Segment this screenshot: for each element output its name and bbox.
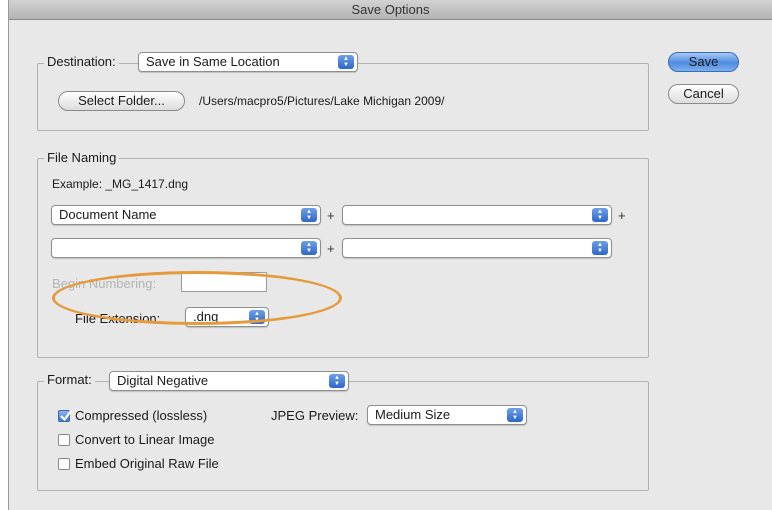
popup-arrows-icon: ▲ ▼ bbox=[329, 374, 345, 388]
destination-path: /Users/macpro5/Pictures/Lake Michigan 20… bbox=[199, 94, 445, 108]
save-button[interactable]: Save bbox=[668, 52, 739, 72]
window-title: Save Options bbox=[9, 0, 772, 20]
naming-field-1[interactable]: Document Name ▲ ▼ bbox=[51, 205, 321, 225]
embed-raw-label: Embed Original Raw File bbox=[75, 456, 219, 471]
plus-sign: + bbox=[327, 208, 335, 223]
begin-numbering-input[interactable] bbox=[181, 272, 267, 292]
compressed-checkbox[interactable] bbox=[58, 410, 72, 422]
popup-arrows-icon: ▲ ▼ bbox=[301, 241, 317, 255]
compressed-label: Compressed (lossless) bbox=[75, 408, 208, 423]
jpeg-preview-value: Medium Size bbox=[375, 407, 451, 422]
plus-sign: + bbox=[327, 241, 335, 256]
jpeg-preview-label: JPEG Preview: bbox=[271, 408, 359, 423]
naming-example: Example: _MG_1417.dng bbox=[52, 177, 189, 191]
popup-arrows-icon: ▲ ▼ bbox=[301, 208, 317, 222]
naming-field-2[interactable]: ▲ ▼ bbox=[342, 205, 612, 225]
popup-arrows-icon: ▲ ▼ bbox=[338, 55, 354, 69]
file-extension-label: File Extension: bbox=[75, 311, 161, 326]
checkmark-icon bbox=[60, 410, 72, 422]
popup-arrows-icon: ▲ ▼ bbox=[507, 408, 523, 422]
file-extension-popup[interactable]: .dng ▲ ▼ bbox=[185, 307, 269, 327]
file-naming-legend: File Naming bbox=[44, 150, 120, 166]
begin-numbering-label: Begin Numbering: bbox=[52, 276, 157, 291]
naming-field-1-value: Document Name bbox=[59, 207, 157, 222]
popup-arrows-icon: ▲ ▼ bbox=[592, 208, 608, 222]
select-folder-button[interactable]: Select Folder... bbox=[58, 91, 185, 111]
format-popup-value: Digital Negative bbox=[117, 373, 209, 388]
embed-raw-checkbox[interactable] bbox=[58, 458, 70, 470]
naming-field-3[interactable]: ▲ ▼ bbox=[51, 238, 321, 258]
popup-arrows-icon: ▲ ▼ bbox=[592, 241, 608, 255]
popup-arrows-icon: ▲ ▼ bbox=[249, 310, 265, 324]
naming-field-4[interactable]: ▲ ▼ bbox=[342, 238, 612, 258]
cancel-button[interactable]: Cancel bbox=[668, 84, 739, 104]
plus-sign: + bbox=[618, 208, 626, 223]
destination-label: Destination: bbox=[47, 54, 116, 69]
linear-image-label: Convert to Linear Image bbox=[75, 432, 215, 447]
save-options-dialog: Save Options Save Cancel Destination: Sa… bbox=[8, 0, 772, 510]
destination-popup-value: Save in Same Location bbox=[146, 54, 280, 69]
format-popup[interactable]: Digital Negative ▲ ▼ bbox=[109, 371, 349, 391]
linear-image-checkbox[interactable] bbox=[58, 434, 70, 446]
destination-popup[interactable]: Save in Same Location ▲ ▼ bbox=[138, 52, 358, 72]
format-label: Format: bbox=[47, 372, 92, 387]
file-extension-value: .dng bbox=[193, 309, 219, 324]
jpeg-preview-popup[interactable]: Medium Size ▲ ▼ bbox=[367, 405, 527, 425]
